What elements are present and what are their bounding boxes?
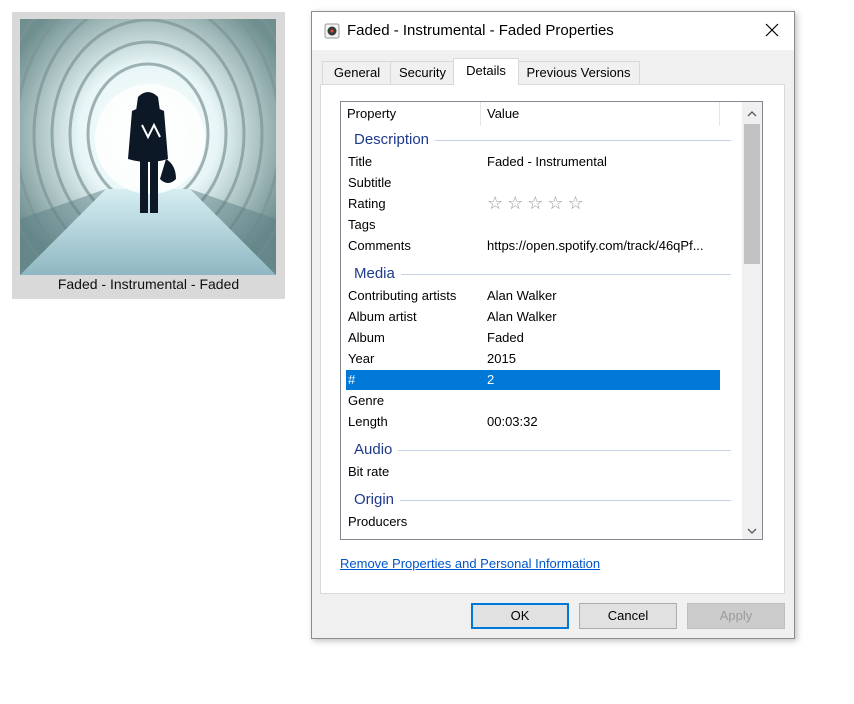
media-file-icon bbox=[324, 23, 340, 39]
property-value: 2015 bbox=[487, 351, 516, 366]
property-value: Faded - Instrumental bbox=[487, 154, 607, 169]
property-label: Contributing artists bbox=[348, 288, 457, 303]
row-tags[interactable]: Tags bbox=[346, 215, 720, 235]
ok-button[interactable]: OK bbox=[471, 603, 569, 629]
album-art-thumbnail bbox=[20, 19, 276, 275]
close-icon bbox=[765, 23, 779, 40]
properties-list[interactable]: Property Value Description Title Faded -… bbox=[340, 101, 763, 540]
property-value: https://open.spotify.com/track/46qPf... bbox=[487, 238, 704, 253]
group-label: Media bbox=[354, 263, 401, 285]
scrollbar-thumb[interactable] bbox=[744, 124, 760, 264]
property-label: Rating bbox=[348, 196, 386, 211]
scroll-down-button[interactable] bbox=[742, 519, 762, 539]
property-label: Producers bbox=[348, 514, 408, 529]
group-divider bbox=[354, 500, 731, 501]
property-label: Year bbox=[348, 351, 375, 366]
group-label: Audio bbox=[354, 439, 399, 461]
property-label: Length bbox=[348, 414, 388, 429]
scroll-up-button[interactable] bbox=[742, 102, 762, 122]
row-length[interactable]: Length 00:03:32 bbox=[346, 412, 720, 432]
group-description[interactable]: Description bbox=[341, 129, 741, 151]
list-header: Property Value bbox=[341, 102, 741, 126]
properties-dialog: Faded - Instrumental - Faded Properties … bbox=[311, 11, 795, 639]
tab-general[interactable]: General bbox=[322, 61, 392, 84]
property-label: Tags bbox=[348, 217, 376, 232]
property-value: 2 bbox=[487, 372, 495, 387]
group-audio[interactable]: Audio bbox=[341, 439, 741, 461]
property-value: 00:03:32 bbox=[487, 414, 538, 429]
row-rating[interactable]: Rating ☆☆☆☆☆ bbox=[346, 193, 720, 214]
chevron-up-icon bbox=[747, 105, 757, 120]
property-label: Comments bbox=[348, 238, 411, 253]
title-bar[interactable]: Faded - Instrumental - Faded Properties bbox=[312, 12, 794, 50]
property-label: Album artist bbox=[348, 309, 417, 324]
row-bit-rate[interactable]: Bit rate bbox=[346, 462, 720, 482]
property-label: Album bbox=[348, 330, 385, 345]
property-label: Title bbox=[348, 154, 373, 169]
file-name-label: Faded - Instrumental - Faded bbox=[57, 276, 240, 292]
property-label: # bbox=[348, 372, 356, 387]
close-button[interactable] bbox=[750, 12, 794, 50]
row-comments[interactable]: Comments https://open.spotify.com/track/… bbox=[346, 236, 720, 256]
tab-details[interactable]: Details bbox=[453, 58, 519, 85]
group-origin[interactable]: Origin bbox=[341, 489, 741, 511]
tab-previous-versions[interactable]: Previous Versions bbox=[517, 61, 640, 84]
vertical-scrollbar[interactable] bbox=[742, 102, 762, 539]
property-label: Bit rate bbox=[348, 464, 390, 479]
row-subtitle[interactable]: Subtitle bbox=[346, 173, 720, 193]
column-header-value[interactable]: Value bbox=[481, 102, 720, 126]
row-producers[interactable]: Producers bbox=[346, 512, 720, 532]
group-divider bbox=[354, 450, 731, 451]
cancel-button[interactable]: Cancel bbox=[579, 603, 677, 629]
group-divider bbox=[354, 274, 731, 275]
row-genre[interactable]: Genre bbox=[346, 391, 720, 411]
property-label: Genre bbox=[348, 393, 385, 408]
row-album-artist[interactable]: Album artist Alan Walker bbox=[346, 307, 720, 327]
rating-stars[interactable]: ☆☆☆☆☆ bbox=[487, 193, 588, 213]
row-year[interactable]: Year 2015 bbox=[346, 349, 720, 369]
group-label: Description bbox=[354, 129, 436, 151]
row-album[interactable]: Album Faded bbox=[346, 328, 720, 348]
remove-properties-link[interactable]: Remove Properties and Personal Informati… bbox=[340, 556, 600, 571]
row-contributing-artists[interactable]: Contributing artists Alan Walker bbox=[346, 286, 720, 306]
apply-button[interactable]: Apply bbox=[687, 603, 785, 629]
group-label: Origin bbox=[354, 489, 401, 511]
property-value: Alan Walker bbox=[487, 309, 557, 324]
chevron-down-icon bbox=[747, 522, 757, 537]
row-title[interactable]: Title Faded - Instrumental bbox=[346, 152, 720, 172]
property-value: Alan Walker bbox=[487, 288, 557, 303]
column-header-property[interactable]: Property bbox=[341, 102, 481, 126]
tab-security[interactable]: Security bbox=[390, 61, 455, 84]
row-track-number[interactable]: # 2 bbox=[346, 370, 720, 390]
details-panel: Property Value Description Title Faded -… bbox=[320, 84, 785, 594]
property-label: Subtitle bbox=[348, 175, 392, 190]
file-tile[interactable]: Faded - Instrumental - Faded bbox=[12, 12, 285, 299]
property-value: Faded bbox=[487, 330, 524, 345]
dialog-title: Faded - Instrumental - Faded Properties bbox=[347, 22, 614, 39]
group-media[interactable]: Media bbox=[341, 263, 741, 285]
